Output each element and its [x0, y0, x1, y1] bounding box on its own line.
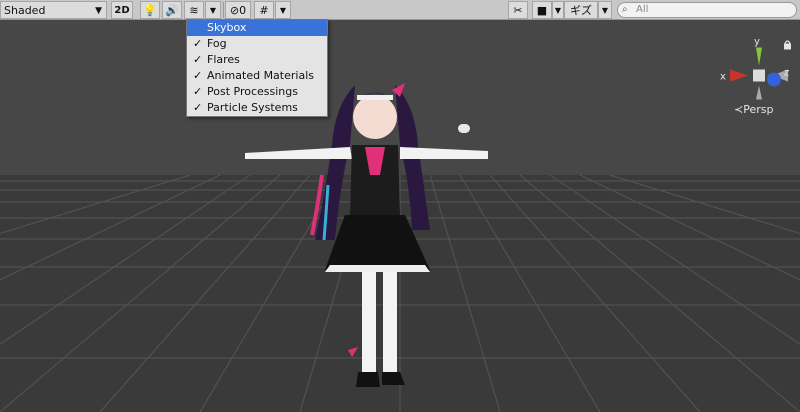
tools-button[interactable]: ✂ — [508, 1, 528, 19]
toolbar-separator — [223, 2, 224, 18]
x-axis-label: x — [720, 72, 726, 83]
menu-item-label: Fog — [207, 37, 227, 50]
menu-item-post-processings[interactable]: ✓ Post Processings — [187, 84, 327, 100]
effects-dropdown-menu: Skybox ✓ Fog ✓ Flares ✓ Animated Materia… — [186, 19, 328, 117]
lightbulb-icon: 💡 — [143, 4, 157, 17]
scene-visibility-button[interactable]: ⊘0 — [225, 1, 251, 19]
chevron-down-icon: ▼ — [554, 6, 562, 15]
shading-mode-label: Shaded — [4, 4, 46, 17]
chevron-down-icon: ▼ — [95, 6, 102, 16]
search-input[interactable]: ⌕ All — [617, 2, 797, 18]
search-placeholder: All — [636, 4, 649, 15]
checkmark-icon: ✓ — [193, 85, 203, 98]
layers-effects-icon: ≋ — [189, 4, 199, 17]
projection-label[interactable]: ≺Persp — [734, 103, 773, 116]
x-axis-cone[interactable] — [730, 69, 748, 82]
tools-icon: ✂ — [513, 4, 523, 17]
z-axis-label: z — [784, 68, 789, 79]
checkmark-icon: ✓ — [193, 69, 203, 82]
menu-item-label: Flares — [207, 53, 240, 66]
chevron-down-icon: ▼ — [209, 6, 217, 15]
y-axis-label: y — [754, 37, 760, 48]
2d-toggle-button[interactable]: 2D — [111, 1, 133, 19]
checkmark-icon: ✓ — [193, 53, 203, 66]
menu-item-animated-materials[interactable]: ✓ Animated Materials — [187, 68, 327, 84]
speaker-icon: 🔊 — [165, 4, 179, 17]
menu-item-label: Skybox — [207, 21, 247, 34]
chevron-down-icon: ▼ — [601, 6, 609, 15]
menu-item-fog[interactable]: ✓ Fog — [187, 36, 327, 52]
gizmo-center-cube[interactable] — [753, 69, 765, 82]
grid-icon: # — [259, 4, 269, 17]
neg-y-axis-cone[interactable] — [756, 85, 762, 100]
grid-dropdown-button[interactable]: ▼ — [275, 1, 291, 19]
checkmark-icon: ✓ — [193, 101, 203, 114]
menu-item-label: Particle Systems — [207, 101, 298, 114]
y-axis-cone[interactable] — [756, 47, 762, 66]
shading-mode-dropdown[interactable]: Shaded ▼ — [0, 1, 107, 19]
menu-item-skybox[interactable]: Skybox — [187, 20, 327, 36]
camera-button[interactable]: ■ — [532, 1, 552, 19]
menu-item-label: Animated Materials — [207, 69, 314, 82]
gizmos-button[interactable]: ギズモ — [564, 1, 598, 35]
search-icon: ⌕ — [622, 4, 628, 15]
checkmark-icon: ✓ — [193, 37, 203, 50]
lock-icon[interactable] — [784, 43, 791, 50]
menu-item-label: Post Processings — [207, 85, 298, 98]
menu-item-particle-systems[interactable]: ✓ Particle Systems — [187, 100, 327, 116]
effects-dropdown-button[interactable]: ▼ — [205, 1, 221, 19]
chevron-down-icon: ▼ — [279, 6, 287, 15]
gizmos-dropdown-button[interactable]: ▼ — [598, 1, 612, 19]
camera-dropdown-button[interactable]: ▼ — [552, 1, 564, 19]
z-axis-cone[interactable] — [767, 72, 781, 87]
hidden-count: 0 — [239, 4, 247, 17]
audio-toggle-button[interactable]: 🔊 — [162, 1, 182, 19]
effects-toggle-button[interactable]: ≋ — [184, 1, 204, 19]
menu-item-flares[interactable]: ✓ Flares — [187, 52, 327, 68]
lighting-toggle-button[interactable]: 💡 — [140, 1, 160, 19]
directional-light-icon[interactable] — [458, 124, 470, 133]
grid-toggle-button[interactable]: # — [254, 1, 274, 19]
camera-icon: ■ — [536, 4, 548, 17]
scene-toolbar: Shaded ▼ 2D 💡 🔊 ≋ ▼ ⊘0 # ▼ ✂ ■ ▼ ギズモ ▼ ⌕… — [0, 0, 800, 35]
eye-slash-icon: ⊘ — [229, 4, 240, 17]
